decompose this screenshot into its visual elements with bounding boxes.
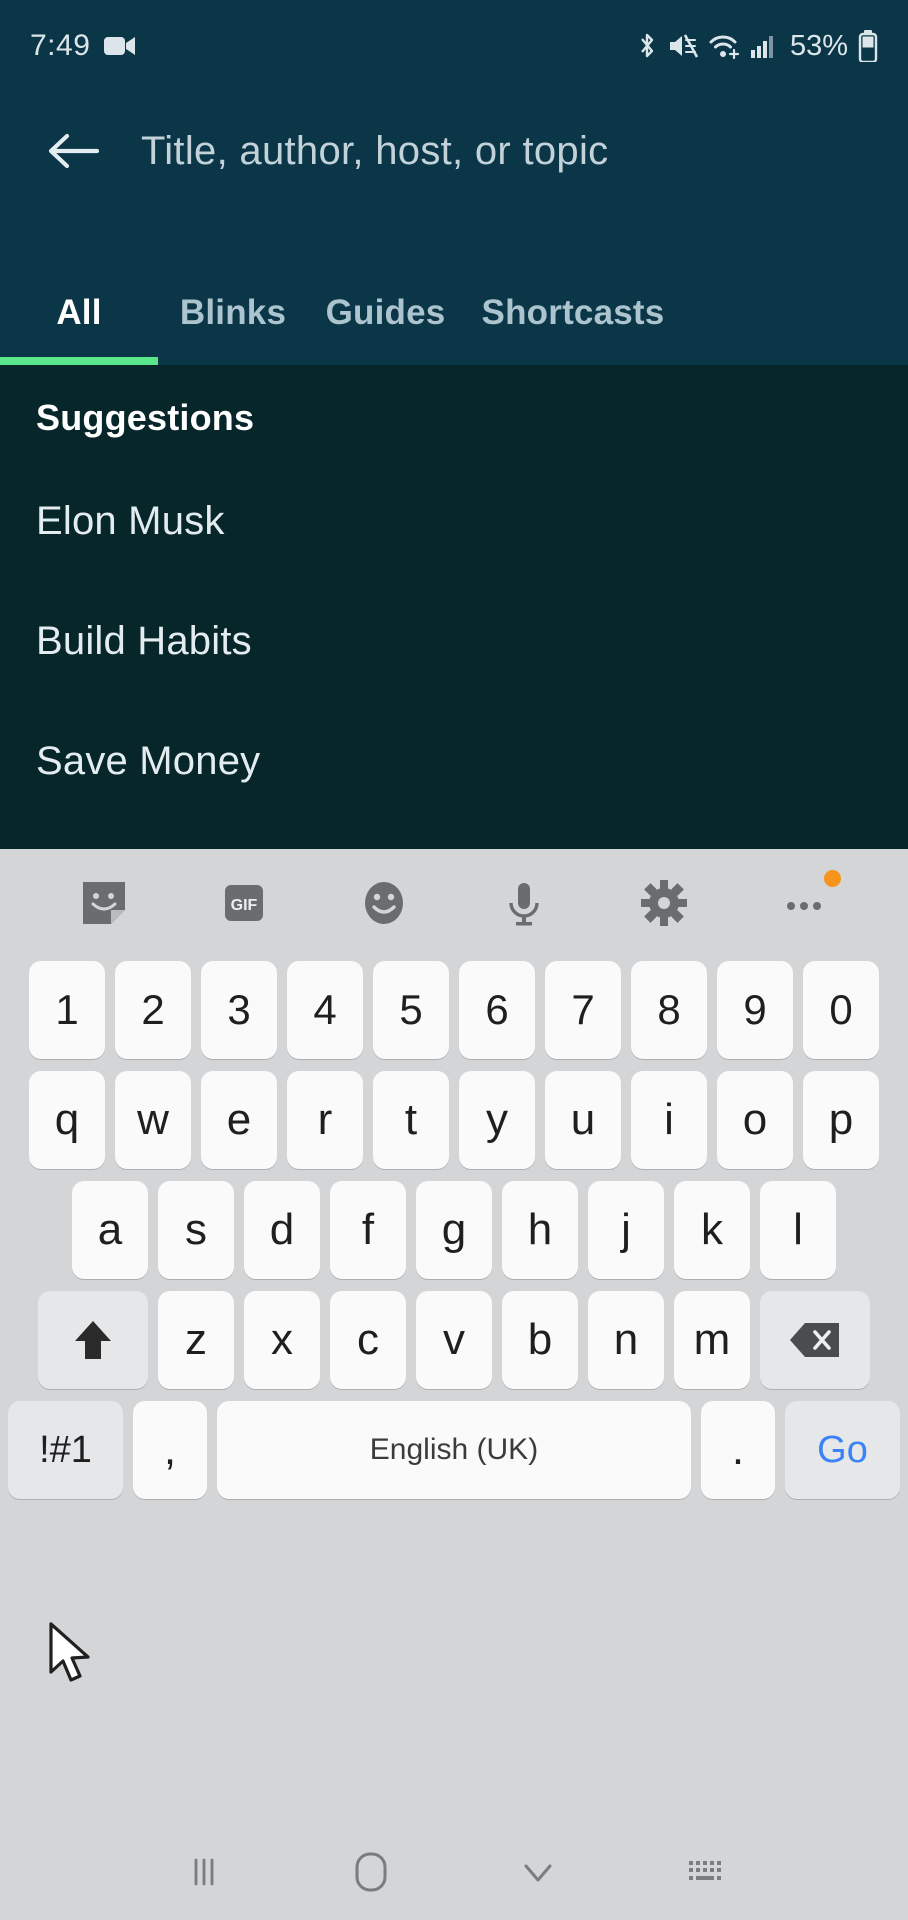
status-bar-left: 7:49: [30, 29, 136, 63]
back-arrow-icon[interactable]: [45, 129, 101, 173]
key-j[interactable]: j: [588, 1181, 664, 1279]
battery-percentage: 53%: [789, 29, 848, 62]
key-l[interactable]: l: [760, 1181, 836, 1279]
notification-badge-dot: [824, 870, 841, 887]
key-5[interactable]: 5: [373, 961, 449, 1059]
key-f[interactable]: f: [330, 1181, 406, 1279]
suggestions-heading: Suggestions: [36, 397, 255, 438]
keyboard-row-bottom-letters: z x c v b n m: [0, 1291, 908, 1389]
home-icon[interactable]: [331, 1842, 411, 1902]
keyboard-row-numbers: 1 2 3 4 5 6 7 8 9 0: [0, 961, 908, 1059]
list-item[interactable]: Build Habits: [0, 581, 908, 701]
more-options-icon[interactable]: [767, 866, 841, 940]
symbols-key[interactable]: !#1: [8, 1401, 123, 1499]
period-key[interactable]: .: [701, 1401, 775, 1499]
system-navigation-bar: [0, 1824, 908, 1920]
key-n[interactable]: n: [588, 1291, 664, 1389]
key-6[interactable]: 6: [459, 961, 535, 1059]
key-c[interactable]: c: [330, 1291, 406, 1389]
tab-bar: All Blinks Guides Shortcasts: [0, 210, 908, 365]
key-w[interactable]: w: [115, 1071, 191, 1169]
comma-key[interactable]: ,: [133, 1401, 207, 1499]
key-i[interactable]: i: [631, 1071, 707, 1169]
keyboard-switch-icon[interactable]: [665, 1842, 745, 1902]
shift-arrow-icon: [75, 1321, 111, 1359]
key-s[interactable]: s: [158, 1181, 234, 1279]
status-bar: 7:49 53%: [0, 0, 908, 92]
list-item[interactable]: Save Money: [0, 701, 908, 821]
svg-text:GIF: GIF: [231, 897, 258, 914]
key-m[interactable]: m: [674, 1291, 750, 1389]
backspace-icon: [790, 1323, 839, 1357]
chevron-down-icon[interactable]: [498, 1842, 578, 1902]
gear-icon[interactable]: [627, 866, 701, 940]
keyboard-row-home: a s d f g h j k l: [0, 1181, 908, 1279]
tab-guides[interactable]: Guides: [308, 293, 463, 333]
status-bar-clock: 7:49: [30, 29, 91, 62]
key-g[interactable]: g: [416, 1181, 492, 1279]
mute-icon: [668, 32, 698, 60]
on-screen-keyboard: GIF 1 2 3 4 5 6 7 8 9 0 q w e r t y u i …: [0, 849, 908, 1920]
key-u[interactable]: u: [545, 1071, 621, 1169]
key-2[interactable]: 2: [115, 961, 191, 1059]
keyboard-row-function: !#1 , English (UK) . Go: [0, 1401, 908, 1499]
wifi-icon: [708, 32, 740, 60]
key-y[interactable]: y: [459, 1071, 535, 1169]
tab-all[interactable]: All: [0, 293, 158, 333]
shift-key[interactable]: [38, 1291, 148, 1389]
key-8[interactable]: 8: [631, 961, 707, 1059]
search-bar: [0, 92, 908, 210]
key-0[interactable]: 0: [803, 961, 879, 1059]
key-o[interactable]: o: [717, 1071, 793, 1169]
key-r[interactable]: r: [287, 1071, 363, 1169]
key-t[interactable]: t: [373, 1071, 449, 1169]
search-input[interactable]: [141, 128, 863, 174]
backspace-key[interactable]: [760, 1291, 870, 1389]
status-bar-right: 53%: [636, 30, 878, 63]
key-e[interactable]: e: [201, 1071, 277, 1169]
key-1[interactable]: 1: [29, 961, 105, 1059]
key-3[interactable]: 3: [201, 961, 277, 1059]
key-9[interactable]: 9: [717, 961, 793, 1059]
active-tab-indicator: [0, 357, 158, 365]
space-key[interactable]: English (UK): [217, 1401, 691, 1499]
battery-icon: [858, 30, 878, 62]
video-recording-icon: [104, 34, 136, 58]
tab-blinks[interactable]: Blinks: [158, 293, 308, 333]
key-z[interactable]: z: [158, 1291, 234, 1389]
recents-icon[interactable]: [164, 1842, 244, 1902]
key-k[interactable]: k: [674, 1181, 750, 1279]
go-key[interactable]: Go: [785, 1401, 900, 1499]
bluetooth-icon: [636, 31, 658, 61]
key-b[interactable]: b: [502, 1291, 578, 1389]
keyboard-row-top: q w e r t y u i o p: [0, 1071, 908, 1169]
key-q[interactable]: q: [29, 1071, 105, 1169]
key-4[interactable]: 4: [287, 961, 363, 1059]
key-x[interactable]: x: [244, 1291, 320, 1389]
gif-icon[interactable]: GIF: [207, 866, 281, 940]
signal-icon: [750, 33, 776, 59]
keyboard-toolbar: GIF: [0, 849, 908, 957]
key-p[interactable]: p: [803, 1071, 879, 1169]
key-7[interactable]: 7: [545, 961, 621, 1059]
key-a[interactable]: a: [72, 1181, 148, 1279]
key-v[interactable]: v: [416, 1291, 492, 1389]
microphone-icon[interactable]: [487, 866, 561, 940]
key-h[interactable]: h: [502, 1181, 578, 1279]
emoji-icon[interactable]: [347, 866, 421, 940]
sticker-icon[interactable]: [67, 866, 141, 940]
key-d[interactable]: d: [244, 1181, 320, 1279]
list-item[interactable]: Elon Musk: [0, 461, 908, 581]
tab-shortcasts[interactable]: Shortcasts: [463, 293, 683, 333]
